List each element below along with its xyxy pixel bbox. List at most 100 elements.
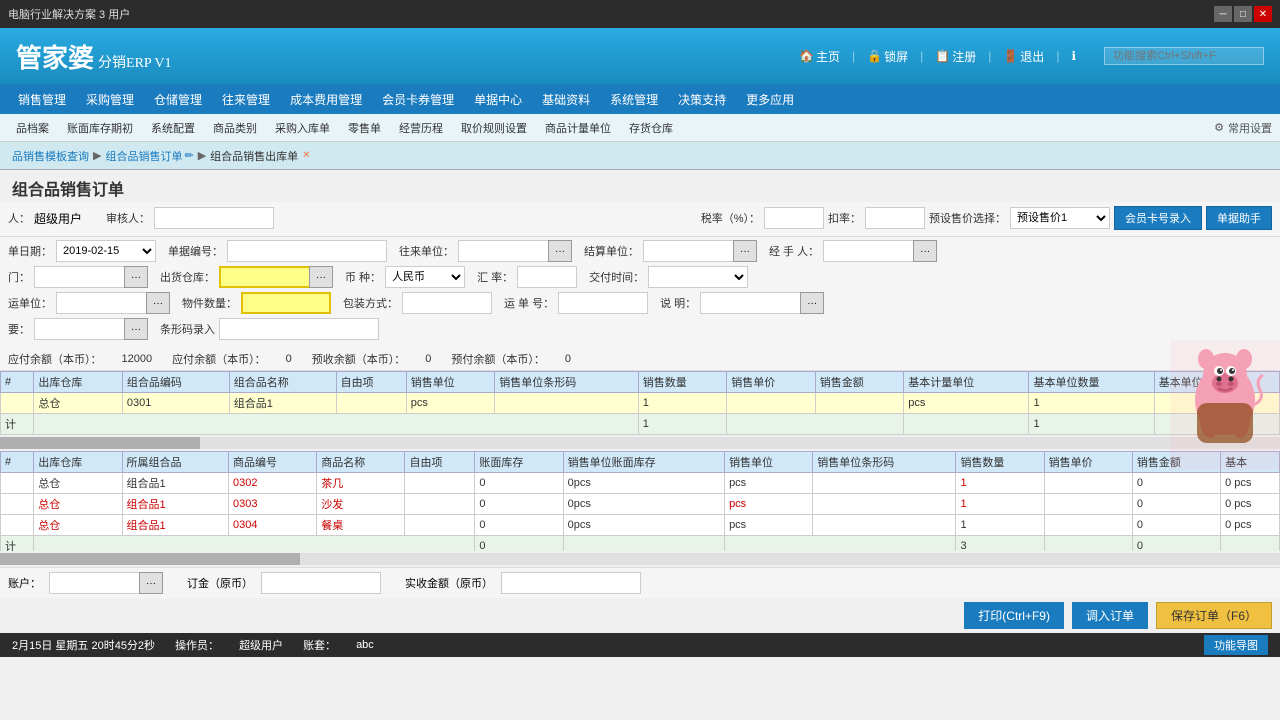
warehouse-input[interactable]: 总仓 [219, 266, 309, 288]
subnav-retail[interactable]: 零售单 [340, 118, 389, 138]
scrollbar-thumb-2[interactable] [0, 553, 300, 565]
remarks-group: ··· [34, 318, 148, 340]
dept-btn[interactable]: ··· [124, 266, 148, 288]
account-input[interactable] [49, 572, 139, 594]
barcode-input[interactable] [219, 318, 379, 340]
minimize-btn[interactable]: ─ [1214, 6, 1232, 22]
nav-costs[interactable]: 成本费用管理 [280, 87, 372, 112]
nav-system[interactable]: 系统管理 [600, 87, 668, 112]
to-unit-btn[interactable]: ··· [548, 240, 572, 262]
bc-edit-icon: ✏ [184, 149, 193, 162]
scrollbar-thumb-1[interactable] [0, 437, 200, 449]
subnav-unit[interactable]: 商品计量单位 [537, 118, 619, 138]
bc-close-icon[interactable]: ✕ [302, 150, 310, 161]
settings-btn[interactable]: ⚙ 常用设置 [1214, 120, 1272, 136]
parts-input[interactable] [241, 292, 331, 314]
currency-select[interactable]: 人民币 [385, 266, 465, 288]
remarks-btn[interactable]: ··· [124, 318, 148, 340]
rate-input[interactable]: 1 [517, 266, 577, 288]
subnav-config[interactable]: 系统配置 [143, 118, 203, 138]
subnav-stock[interactable]: 账面库存期初 [59, 118, 141, 138]
action-buttons: 打印(Ctrl+F9) 调入订单 保存订单（F6） [0, 598, 1280, 633]
settle-btn[interactable]: ··· [733, 240, 757, 262]
nav-sales[interactable]: 销售管理 [8, 87, 76, 112]
nav-membership[interactable]: 会员卡券管理 [372, 87, 464, 112]
dept-input[interactable]: 财务部 [34, 266, 124, 288]
gear-icon: ⚙ [1214, 121, 1224, 134]
note-btn[interactable]: ··· [800, 292, 824, 314]
logo-sub: 分销ERP V1 [98, 52, 172, 72]
subnav-category[interactable]: 商品类别 [205, 118, 265, 138]
print-btn[interactable]: 打印(Ctrl+F9) [964, 602, 1064, 629]
lock-icon[interactable]: 🔒 锁屏 [867, 48, 908, 65]
nav-transactions[interactable]: 往来管理 [212, 87, 280, 112]
discount-input[interactable]: 1 [865, 207, 925, 229]
exchange-input[interactable] [648, 266, 748, 288]
date-input[interactable]: 2019-02-15 [56, 240, 156, 262]
bc-item-0[interactable]: 品销售模板查询 [12, 148, 89, 164]
member-card-btn[interactable]: 会员卡号录入 [1114, 206, 1202, 230]
th2-0: # [1, 452, 34, 473]
th1-11: 基本单位数量 [1029, 372, 1154, 393]
form-row-1: 人： 超级用户 审核人： 税率（%）： 0 扣率： 1 预设售价选择： 预设售价… [8, 206, 1272, 230]
account-btn[interactable]: ··· [139, 572, 163, 594]
scrollbar-2[interactable] [0, 553, 1280, 565]
save-btn[interactable]: 保存订单（F6） [1156, 602, 1272, 629]
th1-2: 组合品编码 [122, 372, 229, 393]
to-unit-input[interactable]: 客户1 [458, 240, 548, 262]
waybill-input[interactable] [558, 292, 648, 314]
th2-10: 销售数量 [956, 452, 1044, 473]
ship-input[interactable] [56, 292, 146, 314]
package-input[interactable] [402, 292, 492, 314]
func-diagram-btn[interactable]: 功能导图 [1204, 635, 1268, 655]
approver-input[interactable] [154, 207, 274, 229]
th2-4: 商品名称 [317, 452, 405, 473]
tax-input[interactable]: 0 [764, 207, 824, 229]
account-group: ··· [49, 572, 163, 594]
nav-decision[interactable]: 决策支持 [668, 87, 736, 112]
title-text: 电脑行业解决方案 3 用户 [8, 6, 130, 22]
remarks-input[interactable] [34, 318, 124, 340]
close-btn[interactable]: ✕ [1254, 6, 1272, 22]
nav-vouchers[interactable]: 单据中心 [464, 87, 532, 112]
price-select-label: 预设售价选择： [929, 210, 1006, 226]
register-icon[interactable]: 📋 注册 [935, 48, 976, 65]
receivable-value: 0 [286, 353, 292, 365]
logout-icon[interactable]: 🚪 退出 [1003, 48, 1044, 65]
nav-basic[interactable]: 基础资料 [532, 87, 600, 112]
price-select[interactable]: 预设售价1 [1010, 207, 1110, 229]
table-total-row: 计 0 3 0 [1, 536, 1280, 552]
nav-more[interactable]: 更多应用 [736, 87, 804, 112]
warehouse-btn[interactable]: ··· [309, 266, 333, 288]
subnav-pricing[interactable]: 取价规则设置 [453, 118, 535, 138]
note-input[interactable] [700, 292, 800, 314]
scrollbar-1[interactable] [0, 437, 1280, 449]
maximize-btn[interactable]: □ [1234, 6, 1252, 22]
nav-purchase[interactable]: 采购管理 [76, 87, 144, 112]
settle-input[interactable]: 客户1 [643, 240, 733, 262]
subnav-inventory[interactable]: 存货仓库 [621, 118, 681, 138]
account-label: 账户： [8, 575, 41, 591]
bc-item-1[interactable]: 组合品销售订单 ✏ [105, 148, 193, 164]
divider2: | [920, 49, 923, 63]
ship-btn[interactable]: ··· [146, 292, 170, 314]
search-input[interactable] [1104, 47, 1264, 65]
handler-label: 经 手 人： [769, 243, 819, 259]
nav-warehouse[interactable]: 仓储管理 [144, 87, 212, 112]
help-btn[interactable]: 单据助手 [1206, 206, 1272, 230]
home-icon[interactable]: 🏠 主页 [799, 48, 840, 65]
order-input[interactable]: ZXD-T-2019-02-15-0001 [227, 240, 387, 262]
handler-btn[interactable]: ··· [913, 240, 937, 262]
actual-amount-input[interactable] [501, 572, 641, 594]
status-bar: 2月15日 星期五 20时45分2秒 操作员： 超级用户 账套： abc 功能导… [0, 633, 1280, 657]
info-icon[interactable]: ℹ [1071, 49, 1076, 63]
tax-label: 税率（%）： [701, 210, 760, 226]
order-amount-input[interactable] [261, 572, 381, 594]
app-header: 管家婆 分销ERP V1 🏠 主页 | 🔒 锁屏 | 📋 注册 | 🚪 退出 |… [0, 28, 1280, 84]
subnav-archive[interactable]: 品档案 [8, 118, 57, 138]
settings-label: 常用设置 [1228, 120, 1272, 136]
handler-input[interactable]: 小周 [823, 240, 913, 262]
subnav-purchase[interactable]: 采购入库单 [267, 118, 338, 138]
subnav-history[interactable]: 经营历程 [391, 118, 451, 138]
import-btn[interactable]: 调入订单 [1072, 602, 1148, 629]
